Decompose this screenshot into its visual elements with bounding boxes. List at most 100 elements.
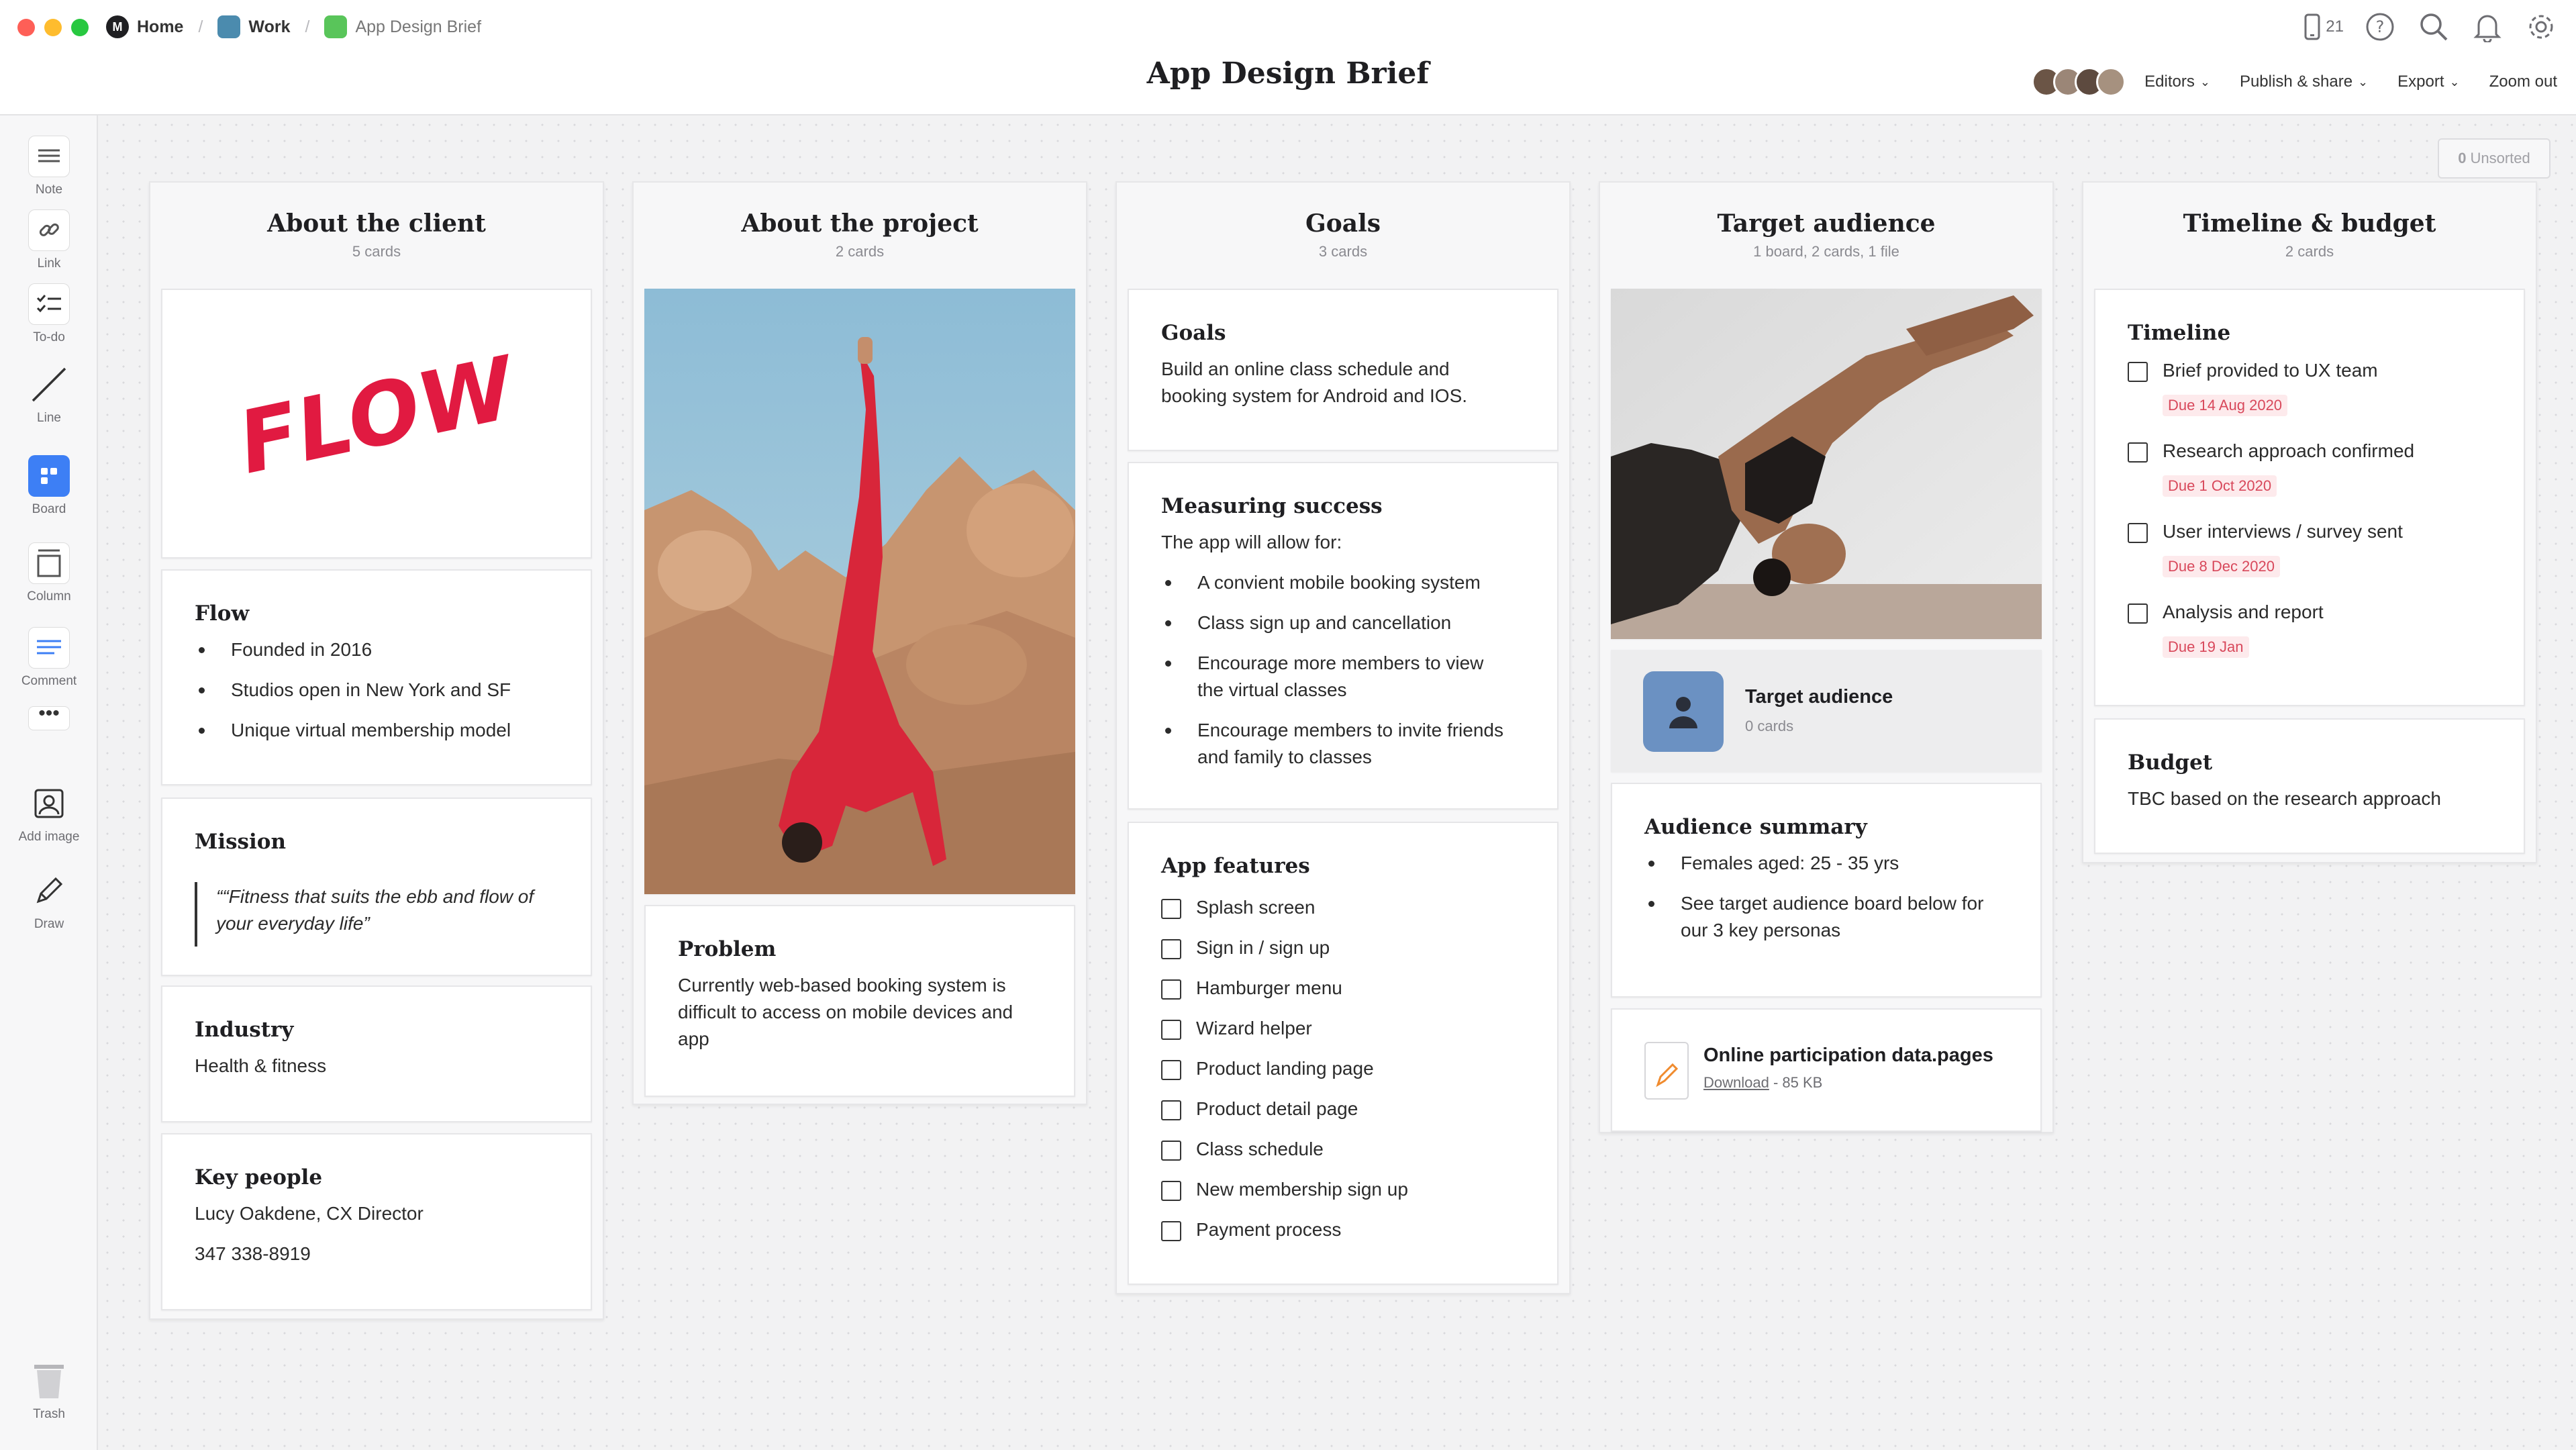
logo-image-card[interactable]: FLOW [161,289,592,559]
column-header: About the project 2 cards [634,183,1086,289]
settings-gear-icon[interactable] [2524,9,2559,44]
todo-item[interactable]: Payment process [1161,1216,1341,1243]
tool-board[interactable]: Board [0,455,98,517]
card-title: Budget [2128,751,2213,775]
svg-text:FLOW: FLOW [238,336,514,495]
todo-item[interactable]: Research approach confirmed [2128,438,2414,465]
timeline-card[interactable]: Timeline Brief provided to UX team Due 1… [2094,289,2525,706]
comment-icon [28,627,70,669]
help-icon[interactable]: ? [2363,9,2397,44]
tool-draw[interactable]: Draw [0,870,98,932]
tool-comment[interactable]: Comment [0,627,98,689]
tool-add-image[interactable]: Add image [0,783,98,844]
breadcrumb-current-label: App Design Brief [355,17,482,36]
search-icon[interactable] [2416,9,2451,44]
breadcrumb-work-label: Work [248,17,291,36]
card-title: Audience summary [1644,815,1867,839]
export-menu[interactable]: Export ⌄ [2397,72,2459,91]
todo-item[interactable]: Hamburger menu [1161,975,1342,1002]
todo-item[interactable]: Splash screen [1161,894,1315,921]
tool-column-label: Column [27,589,71,603]
editor-avatars[interactable] [2032,67,2126,97]
audience-photo-card[interactable] [1611,289,2042,639]
app-features-card[interactable]: App features Splash screen Sign in / sig… [1128,822,1558,1285]
flow-card[interactable]: Flow Founded in 2016 Studios open in New… [161,569,592,785]
device-count: 21 [2326,17,2344,36]
unsorted-label: Unsorted [2470,150,2530,166]
tool-todo[interactable]: To-do [0,283,98,345]
breadcrumb-work[interactable]: Work [217,15,290,38]
list-item: Class sign up and cancellation [1161,610,1451,636]
tool-note[interactable]: Note [0,136,98,197]
add-image-icon [28,783,70,824]
todo-item[interactable]: Product detail page [1161,1096,1358,1122]
maximize-window-button[interactable] [71,19,89,36]
industry-card[interactable]: Industry Health & fitness [161,985,592,1122]
stretching-woman-photo [1611,289,2042,639]
card-text-line: booking system for Android and IOS. [1161,385,1468,406]
zoom-out-button[interactable]: Zoom out [2489,72,2557,91]
target-audience-board-card[interactable]: Target audience 0 cards [1611,650,2042,772]
editors-menu[interactable]: Editors ⌄ [2144,72,2210,91]
tool-column[interactable]: Column [0,542,98,604]
mission-card[interactable]: Mission ““Fitness that suits the ebb and… [161,798,592,976]
list-item: Encourage more members to view [1161,650,1483,677]
column-card-count: 2 cards [835,243,885,260]
yoga-photo-card[interactable] [644,289,1075,894]
more-tools-button[interactable]: ••• [0,704,98,730]
breadcrumb-home[interactable]: M Home [106,15,183,38]
todo-item[interactable]: Class schedule [1161,1136,1324,1163]
notifications-bell-icon[interactable] [2470,9,2505,44]
budget-card[interactable]: Budget TBC based on the research approac… [2094,718,2525,854]
breadcrumb: M Home / Work / App Design Brief [106,12,481,42]
file-size: - 85 KB [1773,1074,1823,1091]
column-card-count: 1 board, 2 cards, 1 file [1753,243,1899,260]
todo-item[interactable]: New membership sign up [1161,1176,1408,1203]
column-about-the-client[interactable]: About the client 5 cards FLOW Flow Found… [149,181,604,1320]
card-title: Problem [678,937,777,961]
tool-line[interactable]: Line [0,364,98,426]
column-target-audience[interactable]: Target audience 1 board, 2 cards, 1 file… [1599,181,2054,1133]
goals-card[interactable]: Goals Build an online class schedule and… [1128,289,1558,451]
todo-item[interactable]: Analysis and report [2128,599,2324,626]
milanote-home-icon: M [106,15,129,38]
due-date-badge: Due 8 Dec 2020 [2163,556,2280,577]
problem-card[interactable]: Problem Currently web-based booking syst… [644,905,1075,1097]
export-label: Export [2397,72,2444,91]
todo-item[interactable]: Product landing page [1161,1055,1374,1082]
measuring-success-card[interactable]: Measuring success The app will allow for… [1128,462,1558,810]
flow-logo-image: FLOW [238,336,514,495]
column-goals[interactable]: Goals 3 cards Goals Build an online clas… [1116,181,1571,1294]
todo-item[interactable]: Brief provided to UX team [2128,357,2378,384]
left-toolbar: Note Link To-do Line Board Column Commen… [0,115,98,1450]
card-text: The app will allow for: [1161,532,1342,552]
close-window-button[interactable] [17,19,35,36]
list-item: See target audience board below for [1644,890,1983,917]
publish-share-menu[interactable]: Publish & share ⌄ [2240,72,2368,91]
avatar [2096,67,2126,97]
trash-button[interactable]: Trash [0,1360,98,1422]
card-title: Key people [195,1165,323,1190]
tool-link[interactable]: Link [0,209,98,271]
unsorted-button[interactable]: 0 Unsorted [2438,138,2550,179]
todo-item[interactable]: Wizard helper [1161,1015,1312,1042]
minimize-window-button[interactable] [44,19,62,36]
column-about-the-project[interactable]: About the project 2 cards Problem Curren… [632,181,1087,1105]
column-card-count: 2 cards [2285,243,2334,260]
breadcrumb-home-label: Home [137,17,184,36]
top-right-icons: 21 ? [2285,9,2559,44]
column-timeline-and-budget[interactable]: Timeline & budget 2 cards Timeline Brief… [2082,181,2537,863]
mobile-device-icon[interactable]: 21 [2304,9,2344,44]
todo-item[interactable]: Sign in / sign up [1161,934,1330,961]
column-title: Goals [1305,209,1381,238]
todo-item[interactable]: User interviews / survey sent [2128,518,2403,545]
chevron-down-icon: ⌄ [2449,75,2460,89]
key-people-card[interactable]: Key people Lucy Oakdene, CX Director 347… [161,1133,592,1310]
audience-summary-card[interactable]: Audience summary Females aged: 25 - 35 y… [1611,783,2042,998]
download-link[interactable]: Download [1703,1074,1769,1091]
breadcrumb-current[interactable]: App Design Brief [324,15,481,38]
card-title: Measuring success [1161,494,1383,518]
board-person-icon [1643,671,1724,752]
file-card[interactable]: Online participation data.pages Download… [1611,1008,2042,1132]
card-text: TBC based on the research approach [2128,788,2441,809]
